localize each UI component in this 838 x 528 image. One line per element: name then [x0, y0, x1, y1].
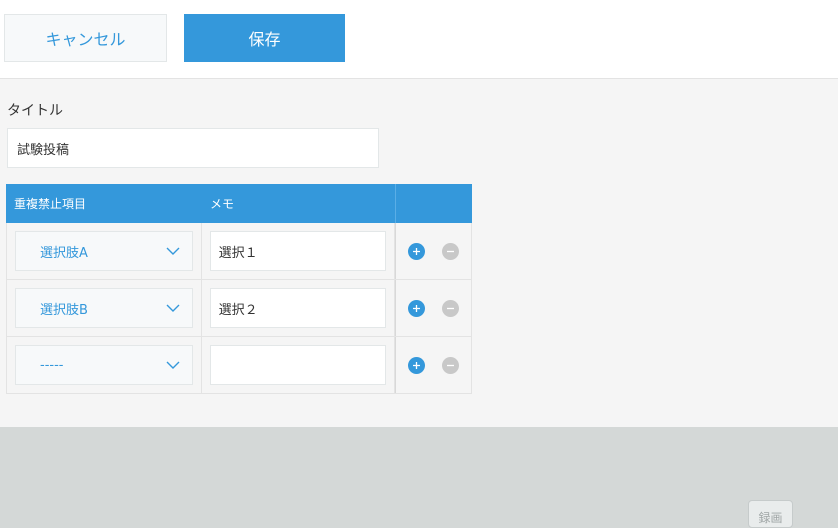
save-button[interactable]: 保存: [184, 14, 345, 62]
record-button[interactable]: 録画: [748, 500, 793, 528]
minus-icon: [447, 364, 455, 366]
title-label: タイトル: [7, 103, 63, 119]
add-row-button[interactable]: [408, 356, 426, 374]
form-area: タイトル 重複禁止項目 メモ 選択肢A: [0, 79, 838, 427]
memo-cell: [202, 337, 396, 393]
memo-cell: [202, 280, 396, 336]
item-select[interactable]: 選択肢A: [15, 231, 193, 271]
minus-icon: [447, 307, 455, 309]
memo-input[interactable]: [209, 345, 386, 385]
minus-icon: [447, 250, 455, 252]
row-actions: [395, 280, 473, 336]
cancel-button[interactable]: キャンセル: [4, 14, 167, 62]
remove-row-button[interactable]: [442, 299, 460, 317]
chevron-down-icon: [166, 361, 180, 369]
select-value: 選択肢B: [40, 302, 88, 318]
remove-row-button[interactable]: [442, 242, 460, 260]
item-select[interactable]: 選択肢B: [15, 288, 193, 328]
subtable: 重複禁止項目 メモ 選択肢A 選択１ 選択肢B 選択２ -----: [6, 184, 473, 394]
table-row: 選択肢B: [6, 280, 473, 337]
chevron-down-icon: [166, 247, 180, 255]
remove-row-button[interactable]: [442, 356, 460, 374]
select-cell: 選択肢A: [7, 223, 202, 279]
row-actions: [395, 223, 473, 279]
item-select[interactable]: -----: [15, 345, 193, 385]
select-value: 選択肢A: [40, 245, 88, 261]
select-cell: 選択肢B: [7, 280, 202, 336]
select-value: -----: [40, 357, 64, 373]
memo-cell: [202, 223, 396, 279]
plus-icon: [413, 304, 421, 312]
toolbar: キャンセル 保存: [0, 0, 838, 79]
chevron-down-icon: [166, 304, 180, 312]
table-header: 重複禁止項目 メモ: [6, 184, 472, 223]
header-duplicate-item: 重複禁止項目: [14, 197, 87, 211]
add-row-button[interactable]: [408, 242, 426, 260]
plus-icon: [413, 361, 421, 369]
header-memo: メモ: [210, 197, 235, 211]
select-cell: -----: [7, 337, 202, 393]
add-row-button[interactable]: [408, 299, 426, 317]
memo-input[interactable]: [209, 288, 386, 328]
table-row: 選択肢A: [6, 223, 473, 280]
header-actions: [395, 184, 472, 223]
memo-input[interactable]: [209, 231, 386, 271]
plus-icon: [413, 247, 421, 255]
row-actions: [395, 337, 473, 393]
title-input[interactable]: [7, 128, 379, 168]
table-row: -----: [6, 337, 473, 394]
